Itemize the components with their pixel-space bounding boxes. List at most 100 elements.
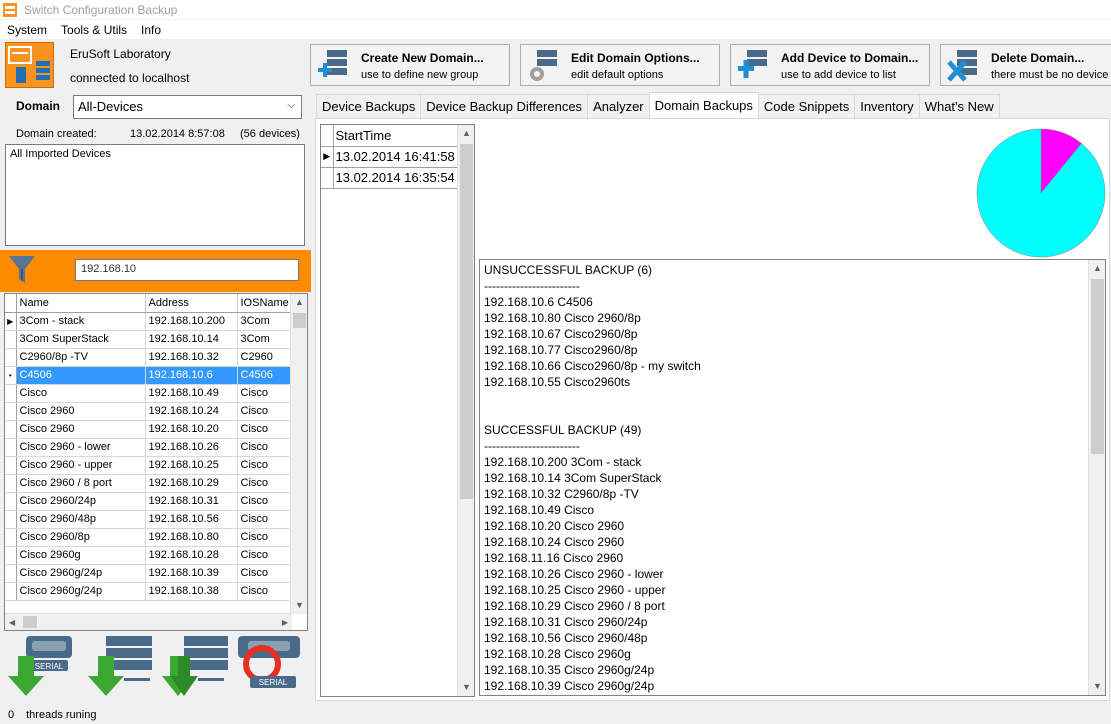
device-row[interactable]: Cisco 2960 / 8 port 192.168.10.29 Cisco: [5, 474, 293, 493]
tab-domain-backups[interactable]: Domain Backups: [648, 92, 759, 118]
device-row[interactable]: Cisco 192.168.10.49 Cisco: [5, 384, 293, 403]
backup-selected-button[interactable]: [84, 634, 156, 700]
device-row[interactable]: Cisco 2960/8p 192.168.10.80 Cisco: [5, 528, 293, 547]
device-row[interactable]: ▶ 3Com - stack 192.168.10.200 3Com: [5, 312, 293, 331]
device-name[interactable]: C2960/8p -TV: [16, 348, 146, 367]
device-row[interactable]: Cisco 2960/24p 192.168.10.31 Cisco: [5, 492, 293, 511]
device-row[interactable]: Cisco 2960g/24p 192.168.10.39 Cisco: [5, 564, 293, 583]
backup-runs-grid[interactable]: StartTime ▶ 13.02.2014 16:41:58 13.02.20…: [320, 124, 475, 697]
backup-report[interactable]: UNSUCCESSFUL BACKUP (6) -----------------…: [479, 259, 1106, 696]
device-row[interactable]: Cisco 2960 192.168.10.20 Cisco: [5, 420, 293, 439]
device-iosname[interactable]: Cisco: [237, 438, 293, 457]
device-row[interactable]: Cisco 2960 - upper 192.168.10.25 Cisco: [5, 456, 293, 475]
device-name[interactable]: Cisco 2960 - upper: [16, 456, 146, 475]
restore-serial-button[interactable]: SERIAL: [232, 634, 304, 700]
tab-device-backups[interactable]: Device Backups: [316, 94, 422, 118]
device-grid-vscroll[interactable]: ▲ ▼: [290, 294, 307, 614]
delete-domain-button[interactable]: Delete Domain... there must be no device: [940, 44, 1111, 86]
scroll-up-icon[interactable]: ▲: [458, 125, 475, 142]
device-address[interactable]: 192.168.10.29: [145, 474, 238, 493]
device-iosname[interactable]: Cisco: [237, 564, 293, 583]
device-row[interactable]: Cisco 2960/48p 192.168.10.56 Cisco: [5, 510, 293, 529]
domain-description[interactable]: All Imported Devices: [5, 144, 305, 246]
scroll-up-icon[interactable]: ▲: [291, 294, 307, 311]
device-name[interactable]: Cisco: [16, 384, 146, 403]
device-address[interactable]: 192.168.10.26: [145, 438, 238, 457]
device-address[interactable]: 192.168.10.39: [145, 564, 238, 583]
device-row[interactable]: Cisco 2960g/24p 192.168.10.38 Cisco: [5, 582, 293, 601]
run-row[interactable]: ▶ 13.02.2014 16:41:58: [321, 146, 458, 168]
add-device-button[interactable]: Add Device to Domain... use to add devic…: [730, 44, 930, 86]
device-address[interactable]: 192.168.10.32: [145, 348, 238, 367]
device-row[interactable]: C2960/8p -TV 192.168.10.32 C2960: [5, 348, 293, 367]
device-iosname[interactable]: Cisco: [237, 420, 293, 439]
device-name[interactable]: Cisco 2960 / 8 port: [16, 474, 146, 493]
device-grid[interactable]: Name Address IOSName ▶ 3Com - stack 192.16…: [4, 293, 308, 631]
column-header-address[interactable]: Address: [145, 294, 238, 313]
device-iosname[interactable]: Cisco: [237, 528, 293, 547]
run-start-time[interactable]: 13.02.2014 16:35:54: [333, 167, 458, 189]
device-row[interactable]: • C4506 192.168.10.6 C4506: [5, 366, 293, 385]
scroll-down-icon[interactable]: ▼: [291, 597, 307, 614]
tab-inventory[interactable]: Inventory: [854, 94, 920, 118]
menu-system[interactable]: System: [0, 23, 54, 37]
device-iosname[interactable]: Cisco: [237, 582, 293, 601]
device-name[interactable]: 3Com SuperStack: [16, 330, 146, 349]
device-grid-hscroll[interactable]: ◀ ▶: [5, 613, 292, 630]
device-iosname[interactable]: C4506: [237, 366, 293, 385]
tab-device-backup-differences[interactable]: Device Backup Differences: [420, 94, 589, 118]
domain-select[interactable]: All-Devices ⌵: [73, 95, 302, 119]
device-iosname[interactable]: Cisco: [237, 546, 293, 565]
device-name[interactable]: Cisco 2960: [16, 420, 146, 439]
device-address[interactable]: 192.168.10.49: [145, 384, 238, 403]
device-iosname[interactable]: Cisco: [237, 402, 293, 421]
edit-domain-options-button[interactable]: Edit Domain Options... edit default opti…: [520, 44, 720, 86]
device-address[interactable]: 192.168.10.25: [145, 456, 238, 475]
device-iosname[interactable]: 3Com: [237, 312, 293, 331]
device-name[interactable]: Cisco 2960g: [16, 546, 146, 565]
backup-all-button[interactable]: [158, 634, 230, 700]
runs-vscroll[interactable]: ▲ ▼: [457, 125, 474, 696]
hscroll-thumb[interactable]: [23, 616, 37, 628]
scroll-thumb[interactable]: [1091, 279, 1104, 454]
device-name[interactable]: C4506: [16, 366, 146, 385]
device-name[interactable]: Cisco 2960: [16, 402, 146, 421]
device-iosname[interactable]: Cisco: [237, 492, 293, 511]
scroll-thumb[interactable]: [460, 144, 473, 499]
device-iosname[interactable]: Cisco: [237, 510, 293, 529]
column-header-iosname[interactable]: IOSName: [237, 294, 293, 313]
run-row[interactable]: 13.02.2014 16:35:54: [321, 167, 458, 189]
device-iosname[interactable]: Cisco: [237, 474, 293, 493]
device-name[interactable]: Cisco 2960/8p: [16, 528, 146, 547]
scroll-down-icon[interactable]: ▼: [1089, 678, 1105, 695]
device-name[interactable]: Cisco 2960 - lower: [16, 438, 146, 457]
column-header-starttime[interactable]: StartTime: [333, 125, 458, 147]
device-address[interactable]: 192.168.10.14: [145, 330, 238, 349]
scroll-down-icon[interactable]: ▼: [458, 679, 475, 696]
tab-analyzer[interactable]: Analyzer: [587, 94, 650, 118]
device-name[interactable]: 3Com - stack: [16, 312, 146, 331]
tab-code-snippets[interactable]: Code Snippets: [757, 94, 856, 118]
device-row[interactable]: 3Com SuperStack 192.168.10.14 3Com: [5, 330, 293, 349]
device-iosname[interactable]: Cisco: [237, 384, 293, 403]
device-row[interactable]: Cisco 2960g 192.168.10.28 Cisco: [5, 546, 293, 565]
scroll-thumb[interactable]: [293, 313, 306, 328]
menu-tools-utils[interactable]: Tools & Utils: [54, 23, 134, 37]
device-address[interactable]: 192.168.10.20: [145, 420, 238, 439]
menu-info[interactable]: Info: [134, 23, 168, 37]
device-name[interactable]: Cisco 2960g/24p: [16, 564, 146, 583]
device-name[interactable]: Cisco 2960/24p: [16, 492, 146, 511]
device-row[interactable]: Cisco 2960 - lower 192.168.10.26 Cisco: [5, 438, 293, 457]
device-address[interactable]: 192.168.10.200: [145, 312, 238, 331]
device-address[interactable]: 192.168.10.80: [145, 528, 238, 547]
device-address[interactable]: 192.168.10.6: [145, 366, 238, 385]
report-vscroll[interactable]: ▲ ▼: [1088, 260, 1105, 695]
device-address[interactable]: 192.168.10.56: [145, 510, 238, 529]
device-address[interactable]: 192.168.10.28: [145, 546, 238, 565]
column-header-name[interactable]: Name: [16, 294, 146, 313]
run-start-time[interactable]: 13.02.2014 16:41:58: [333, 146, 458, 168]
device-iosname[interactable]: C2960: [237, 348, 293, 367]
device-address[interactable]: 192.168.10.38: [145, 582, 238, 601]
filter-input[interactable]: 192.168.10: [75, 259, 299, 281]
device-iosname[interactable]: 3Com: [237, 330, 293, 349]
